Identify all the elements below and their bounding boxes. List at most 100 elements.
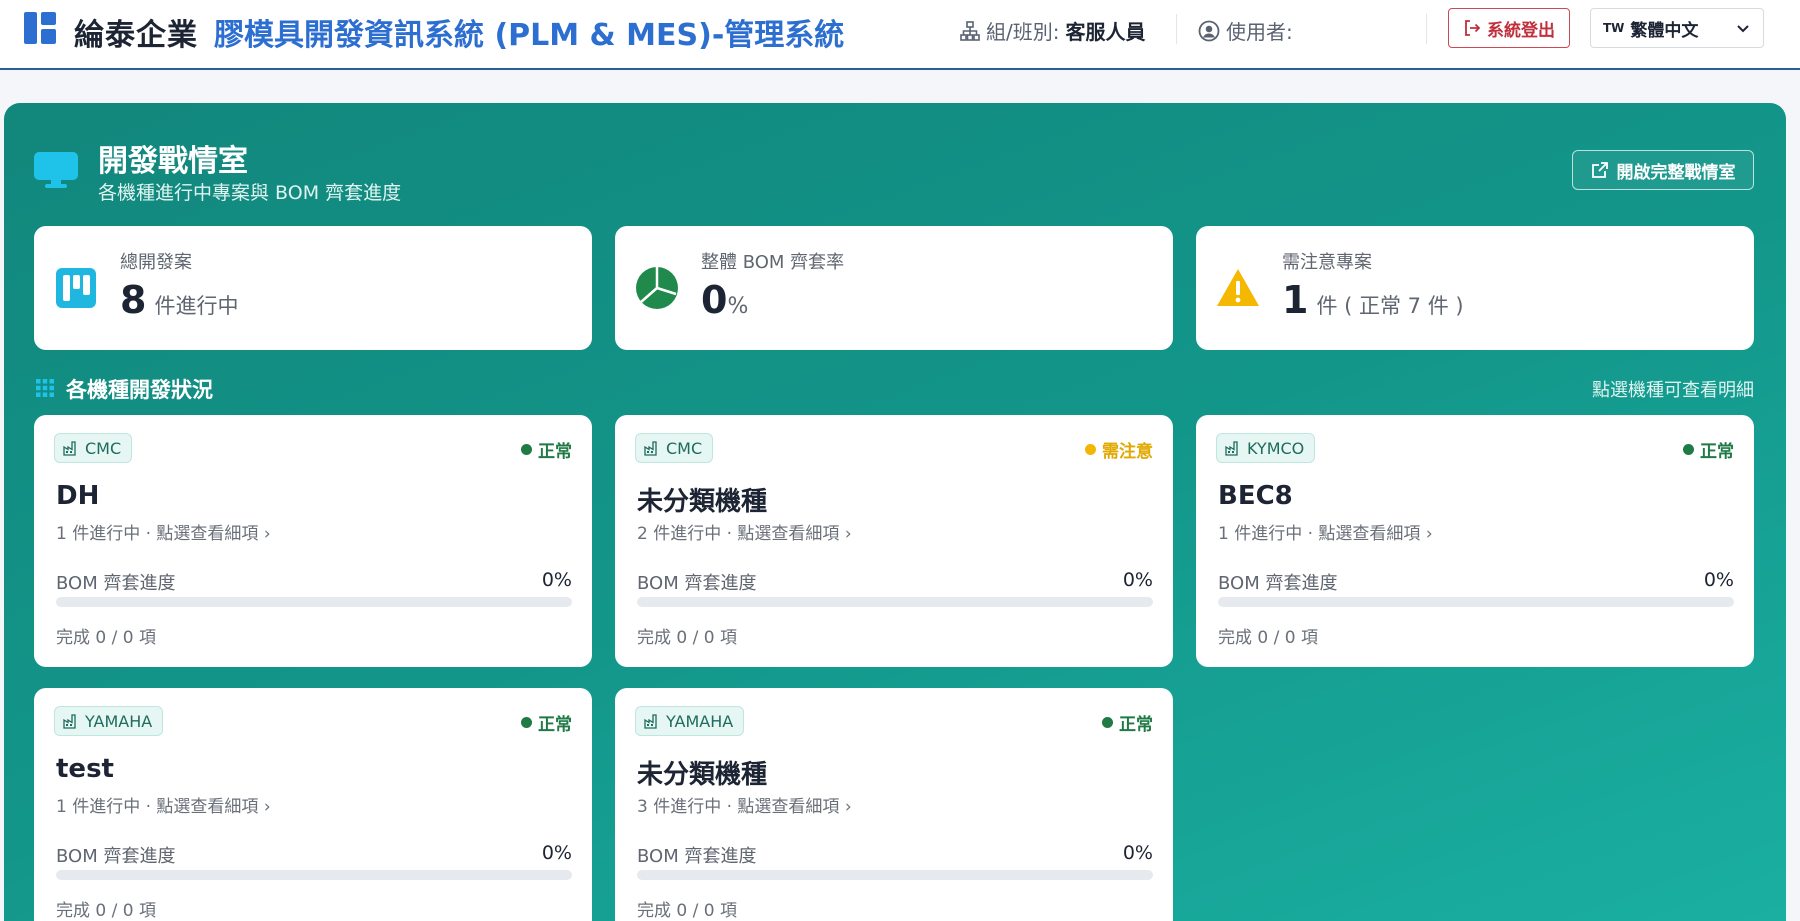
brand-chip: YAMAHA xyxy=(635,706,745,736)
bom-progress-value: 0% xyxy=(1703,569,1734,591)
section-title: 各機種開發狀況 xyxy=(66,378,213,402)
bom-progress-bar xyxy=(637,597,1153,607)
completion-count: 完成 0 / 0 項 xyxy=(1218,628,1318,648)
external-link-icon xyxy=(1591,162,1608,178)
stat-card-bom-rate: 整體 BOM 齊套率 0 % xyxy=(615,226,1173,350)
brand-label: KYMCO xyxy=(1247,438,1305,458)
brand-label: YAMAHA xyxy=(666,711,734,731)
stat-label: 需注意專案 xyxy=(1282,252,1372,273)
system-title: 膠模具開發資訊系統 (PLM & MES)-管理系統 xyxy=(214,18,845,53)
open-full-warroom-button[interactable]: 開啟完整戰情室 xyxy=(1572,150,1754,190)
bom-progress-value: 0% xyxy=(541,842,572,864)
user-info: 使用者: xyxy=(1198,16,1299,45)
stat-value: 0 xyxy=(701,278,728,322)
model-name: 未分類機種 xyxy=(637,487,768,517)
chevron-down-icon xyxy=(1737,25,1749,33)
brand-label: CMC xyxy=(85,438,122,458)
status-badge: 正常 xyxy=(521,710,572,735)
status-label: 正常 xyxy=(538,715,572,735)
status-dot xyxy=(1102,717,1113,728)
pie-chart-icon xyxy=(636,267,678,309)
completion-count: 完成 0 / 0 項 xyxy=(56,628,156,648)
brand-chip: CMC xyxy=(54,433,133,463)
model-card[interactable]: KYMCO 正常 BEC8 1 件進行中 · 點選查看細項 › BOM 齊套進度… xyxy=(1196,415,1754,667)
status-label: 正常 xyxy=(1119,715,1153,735)
model-summary-link[interactable]: 2 件進行中 · 點選查看細項 › xyxy=(637,519,852,544)
bom-progress-label: BOM 齊套進度 xyxy=(1218,573,1338,594)
bom-progress-bar xyxy=(56,597,572,607)
model-summary-link[interactable]: 3 件進行中 · 點選查看細項 › xyxy=(637,792,852,817)
company-name: 綸泰企業 xyxy=(74,18,198,53)
model-card[interactable]: YAMAHA 正常 test 1 件進行中 · 點選查看細項 › BOM 齊套進… xyxy=(34,688,592,921)
status-dot xyxy=(1085,444,1096,455)
user-circle-icon xyxy=(1198,20,1220,41)
brand-label: CMC xyxy=(666,438,703,458)
status-badge: 正常 xyxy=(521,437,572,462)
bom-progress-bar xyxy=(1218,597,1734,607)
divider xyxy=(1176,14,1177,44)
factory-icon xyxy=(644,441,657,456)
stat-value: 1 xyxy=(1282,278,1309,322)
warning-icon xyxy=(1217,269,1259,306)
bom-progress-value: 0% xyxy=(1122,569,1153,591)
grid-icon xyxy=(36,379,54,397)
stat-value: 8 xyxy=(120,278,147,322)
warroom-title: 開發戰情室 xyxy=(98,144,248,179)
model-name: BEC8 xyxy=(1218,481,1293,511)
group-label: 組/班別: xyxy=(986,20,1060,44)
stat-unit: 件 ( 正常 7 件 ) xyxy=(1316,294,1464,318)
bom-progress-bar xyxy=(637,870,1153,880)
model-card[interactable]: CMC 正常 DH 1 件進行中 · 點選查看細項 › BOM 齊套進度 0% … xyxy=(34,415,592,667)
bom-progress-label: BOM 齊套進度 xyxy=(637,846,757,867)
status-label: 需注意 xyxy=(1102,442,1153,462)
language-select[interactable]: TW 繁體中文 xyxy=(1590,8,1764,48)
model-summary-link[interactable]: 1 件進行中 · 點選查看細項 › xyxy=(56,792,271,817)
completion-count: 完成 0 / 0 項 xyxy=(637,901,737,921)
bom-progress-label: BOM 齊套進度 xyxy=(637,573,757,594)
factory-icon xyxy=(63,441,76,456)
monitor-icon xyxy=(34,152,78,188)
stat-card-attention-projects: 需注意專案 1 件 ( 正常 7 件 ) xyxy=(1196,226,1754,350)
factory-icon xyxy=(1225,441,1238,456)
divider xyxy=(1426,14,1427,44)
stat-label: 總開發案 xyxy=(120,252,192,273)
bom-progress-value: 0% xyxy=(1122,842,1153,864)
model-name: test xyxy=(56,754,114,784)
completion-count: 完成 0 / 0 項 xyxy=(637,628,737,648)
model-name: 未分類機種 xyxy=(637,760,768,790)
stat-unit: 件進行中 xyxy=(154,294,239,318)
model-summary-link[interactable]: 1 件進行中 · 點選查看細項 › xyxy=(1218,519,1433,544)
warroom-subtitle: 各機種進行中專案與 BOM 齊套進度 xyxy=(98,182,402,204)
status-label: 正常 xyxy=(538,442,572,462)
group-value: 客服人員 xyxy=(1065,20,1146,44)
stat-unit: % xyxy=(727,294,749,319)
status-badge: 正常 xyxy=(1102,710,1153,735)
model-card[interactable]: CMC 需注意 未分類機種 2 件進行中 · 點選查看細項 › BOM 齊套進度… xyxy=(615,415,1173,667)
completion-count: 完成 0 / 0 項 xyxy=(56,901,156,921)
language-label: 繁體中文 xyxy=(1630,20,1699,41)
model-summary-link[interactable]: 1 件進行中 · 點選查看細項 › xyxy=(56,519,271,544)
user-label: 使用者: xyxy=(1226,20,1293,44)
bom-progress-value: 0% xyxy=(541,569,572,591)
logout-button[interactable]: 系統登出 xyxy=(1448,8,1570,48)
brand-chip: YAMAHA xyxy=(54,706,164,736)
status-badge: 需注意 xyxy=(1085,437,1153,462)
status-badge: 正常 xyxy=(1683,437,1734,462)
brand-chip: CMC xyxy=(635,433,714,463)
org-chart-icon xyxy=(960,20,980,41)
factory-icon xyxy=(644,714,657,729)
open-full-warroom-label: 開啟完整戰情室 xyxy=(1616,162,1736,183)
status-dot xyxy=(1683,444,1694,455)
status-dot xyxy=(521,444,532,455)
model-name: DH xyxy=(56,481,100,511)
group-info: 組/班別: 客服人員 xyxy=(960,16,1145,45)
section-hint: 點選機種可查看明細 xyxy=(1592,380,1754,401)
factory-icon xyxy=(63,714,76,729)
stat-label: 整體 BOM 齊套率 xyxy=(701,252,845,273)
language-flag: TW xyxy=(1603,21,1625,35)
bom-progress-label: BOM 齊套進度 xyxy=(56,573,176,594)
brand-chip: KYMCO xyxy=(1216,433,1316,463)
dashboard-layout-icon xyxy=(24,12,56,44)
model-card[interactable]: YAMAHA 正常 未分類機種 3 件進行中 · 點選查看細項 › BOM 齊套… xyxy=(615,688,1173,921)
bom-progress-label: BOM 齊套進度 xyxy=(56,846,176,867)
